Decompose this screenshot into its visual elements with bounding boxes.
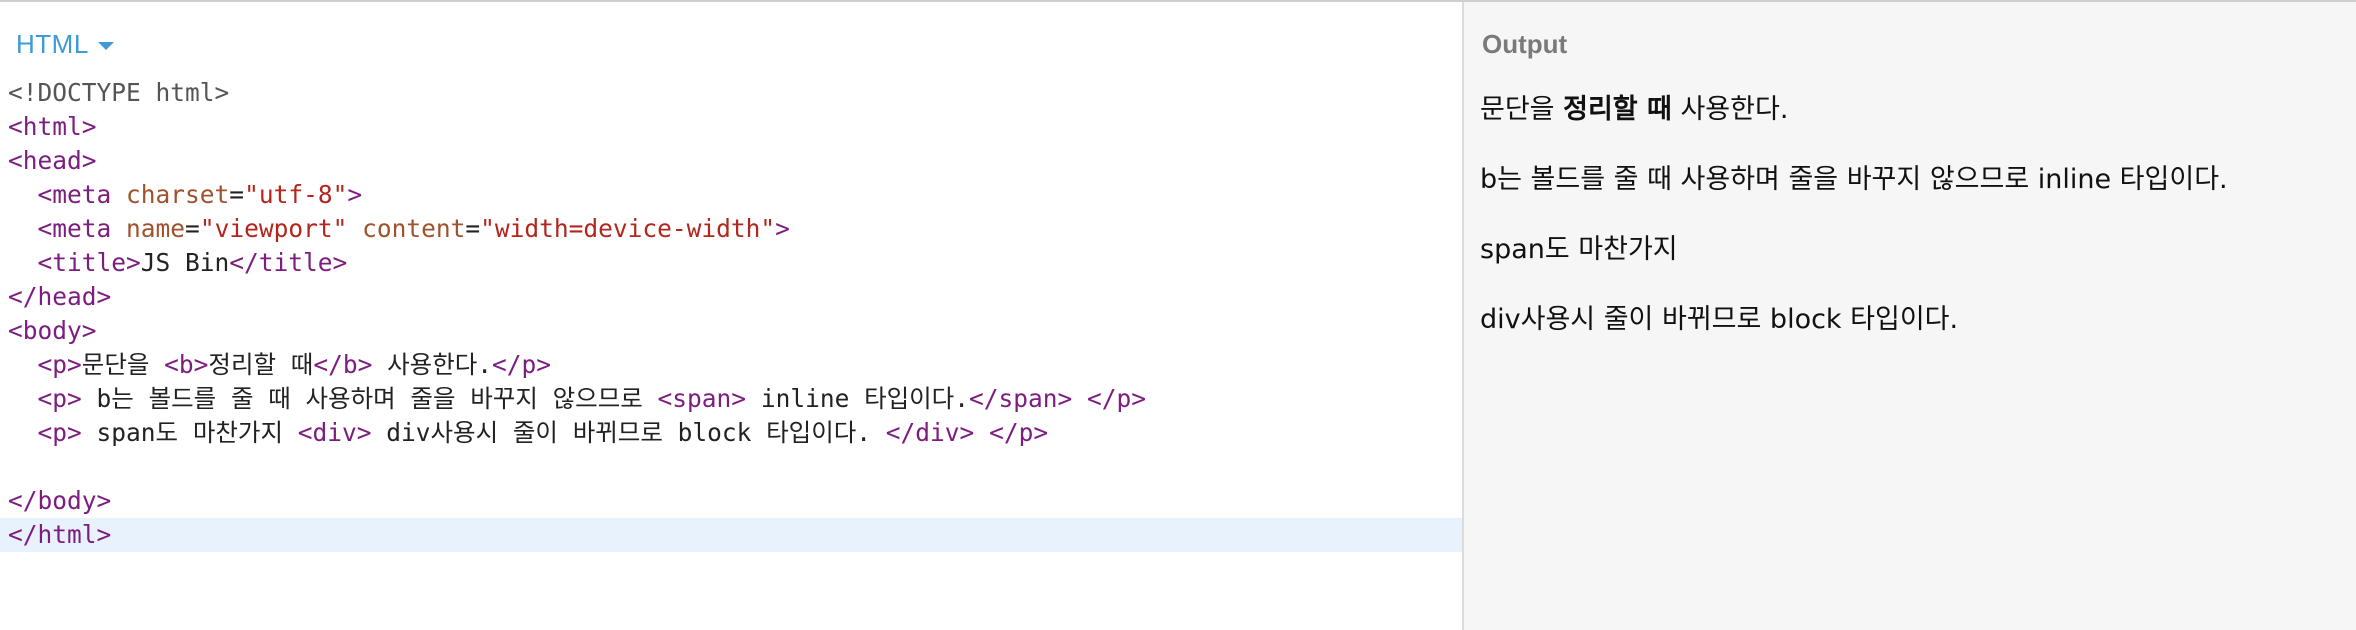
code-line-6[interactable]: <title>JS Bin</title>	[0, 246, 1462, 280]
code-tag-token: </p>	[989, 418, 1049, 447]
code-tag-token: </span>	[968, 384, 1073, 413]
html-panel-dropdown[interactable]: HTML	[16, 24, 114, 64]
code-line-3[interactable]: <head>	[0, 144, 1462, 178]
code-tag-token: </title>	[229, 248, 348, 277]
code-tag-token: <html>	[8, 112, 97, 141]
code-tag-token: </p>	[1087, 384, 1147, 413]
code-text-token: 정리할 때	[208, 350, 314, 379]
output-panel-title: Output	[1482, 29, 1568, 59]
code-tag-token: <meta	[37, 214, 127, 243]
code-line-13[interactable]: </body>	[0, 484, 1462, 518]
chevron-down-icon[interactable]	[97, 42, 114, 50]
code-tag-token: <b>	[164, 350, 209, 379]
code-tag-token: <p>	[37, 384, 82, 413]
code-string-token: "viewport"	[199, 214, 348, 243]
code-tag-token: </body>	[8, 486, 112, 515]
code-tag-token: <div>	[297, 418, 372, 447]
code-tag-token: <p>	[37, 418, 82, 447]
code-line-2[interactable]: <html>	[0, 110, 1462, 144]
code-text-token: =	[229, 180, 245, 209]
code-text-token: div사용시 줄이 바뀌므로 block 타입이다.	[371, 418, 886, 447]
code-line-14[interactable]: </html>	[0, 518, 1462, 552]
code-line-9[interactable]: <p>문단을 <b>정리할 때</b> 사용한다.</p>	[0, 348, 1462, 382]
code-tag-token: <span>	[657, 384, 747, 413]
code-editor[interactable]: <!DOCTYPE html> <html> <head> <meta charse…	[0, 76, 1462, 552]
code-tag-token: <title>	[37, 248, 141, 277]
code-tag-token: >	[347, 180, 363, 209]
code-text-token: 사용한다.	[372, 350, 493, 379]
code-tag-token: >	[775, 214, 790, 243]
output-p1-bold-text: 정리할 때	[1563, 94, 1672, 125]
code-attribute-token: charset	[126, 180, 230, 209]
code-tag-token: </p>	[492, 350, 552, 379]
code-line-4[interactable]: <meta charset="utf-8">	[0, 178, 1462, 212]
code-tag-token: </b>	[313, 350, 373, 379]
output-preview: 문단을 정리할 때 사용한다. b는 볼드를 줄 때 사용하며 줄을 바꾸지 않…	[1480, 94, 2340, 374]
code-text-token: JS Bin	[140, 248, 230, 277]
code-text-token: 문단을	[81, 350, 165, 379]
code-text-token: b는 볼드를 줄 때 사용하며 줄을 바꾸지 않으므로	[81, 384, 658, 413]
code-tag-token: <body>	[8, 316, 97, 345]
code-text-token: inline 타입이다.	[746, 384, 969, 413]
output-paragraph-1: 문단을 정리할 때 사용한다.	[1480, 94, 2340, 126]
code-line-12[interactable]	[0, 450, 1462, 484]
code-line-10[interactable]: <p> b는 볼드를 줄 때 사용하며 줄을 바꾸지 않으므로 <span> i…	[0, 382, 1462, 416]
output-paragraph-3: span도 마찬가지	[1480, 234, 1678, 265]
code-doctype-token: <!DOCTYPE html>	[8, 78, 230, 107]
code-line-8[interactable]: <body>	[0, 314, 1462, 348]
html-panel-label[interactable]: HTML	[16, 29, 89, 60]
code-line-11[interactable]: <p> span도 마찬가지 <div> div사용시 줄이 바뀌므로 bloc…	[0, 416, 1462, 450]
code-text-token: =	[185, 214, 200, 243]
html-editor-panel: HTML <!DOCTYPE html> <html> <head> <meta c…	[0, 2, 1462, 630]
code-line-7[interactable]: </head>	[0, 280, 1462, 314]
code-string-token: "width=device-width"	[480, 214, 776, 243]
code-string-token: "utf-8"	[244, 180, 348, 209]
code-attribute-token: name	[126, 214, 186, 243]
code-tag-token: </head>	[8, 282, 112, 311]
code-line-5[interactable]: <meta name="viewport" content="width=dev…	[0, 212, 1462, 246]
output-p1-text-after: 사용한다.	[1671, 94, 1789, 125]
output-paragraph-2: b는 볼드를 줄 때 사용하며 줄을 바꾸지 않으므로 inline 타입이다.	[1480, 164, 2228, 195]
code-tag-token: <head>	[8, 146, 97, 175]
code-line-1[interactable]: <!DOCTYPE html>	[0, 76, 1462, 110]
code-tag-token: <p>	[37, 350, 82, 379]
code-tag-token: </html>	[8, 520, 112, 549]
code-attribute-token: content	[362, 214, 466, 243]
code-text-token: span도 마찬가지	[81, 418, 298, 447]
output-p1-text-before: 문단을	[1480, 94, 1564, 125]
output-paragraph-4: div사용시 줄이 바뀌므로 block 타입이다.	[1480, 304, 1959, 335]
output-panel: Output 문단을 정리할 때 사용한다. b는 볼드를 줄 때 사용하며 줄…	[1464, 2, 2356, 630]
code-text-token: =	[465, 214, 481, 243]
code-tag-token: </div>	[885, 418, 975, 447]
code-tag-token: <meta	[37, 180, 127, 209]
